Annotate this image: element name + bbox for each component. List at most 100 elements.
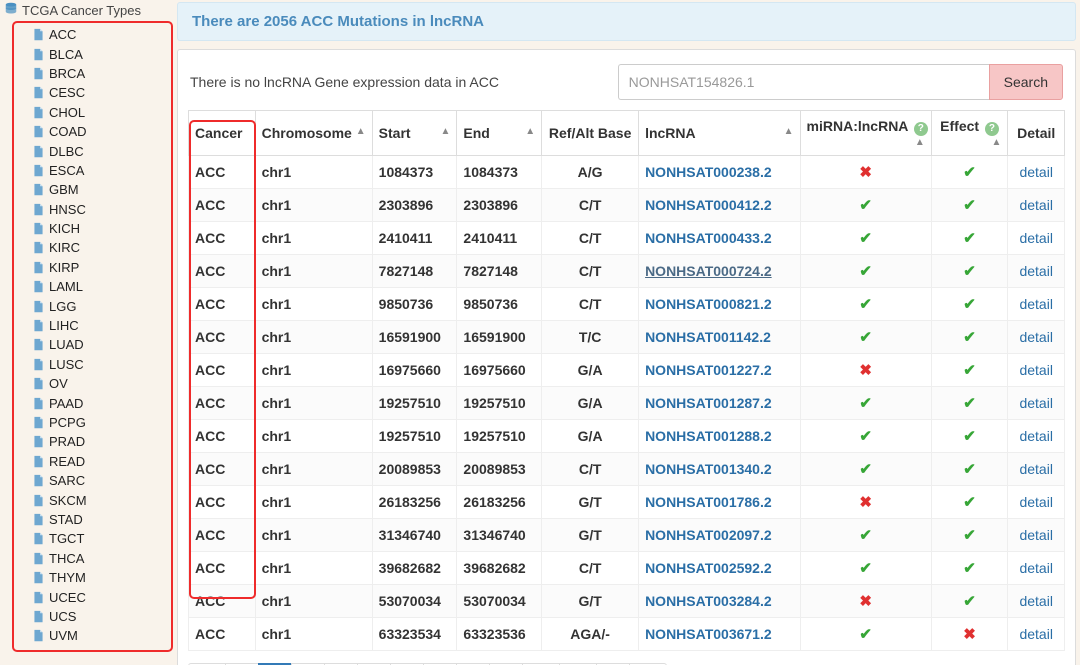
search-button[interactable]: Search [989,64,1063,100]
detail-link[interactable]: detail [1019,362,1052,378]
sidebar-item-thym[interactable]: THYM [32,568,171,587]
sidebar-item-luad[interactable]: LUAD [32,335,171,354]
sidebar-item-uvm[interactable]: UVM [32,626,171,645]
sidebar-item-label: GBM [49,182,79,197]
sidebar-item-blca[interactable]: BLCA [32,44,171,63]
th-refalt[interactable]: Ref/Alt Base [542,111,639,156]
th-start[interactable]: Start▲ [372,111,457,156]
cell-cancer: ACC [189,617,256,650]
tree-root[interactable]: TCGA Cancer Types [2,0,177,21]
help-icon[interactable]: ? [914,122,928,136]
file-icon [32,397,45,410]
th-cancer[interactable]: Cancer [189,111,256,156]
check-icon: ✔ [859,527,872,544]
search-input[interactable] [618,64,989,100]
lncrna-link[interactable]: NONHSAT003671.2 [645,626,772,642]
card: There is no lncRNA Gene expression data … [177,49,1076,665]
th-mirna[interactable]: miRNA:lncRNA ?▲ [800,111,931,156]
lncrna-link[interactable]: NONHSAT001227.2 [645,362,772,378]
th-lncrna[interactable]: lncRNA▲ [639,111,800,156]
cell-cancer: ACC [189,287,256,320]
lncrna-link[interactable]: NONHSAT001288.2 [645,428,772,444]
cell-end: 31346740 [457,518,542,551]
detail-link[interactable]: detail [1019,428,1052,444]
detail-link[interactable]: detail [1019,197,1052,213]
sidebar-item-coad[interactable]: COAD [32,122,171,141]
sidebar-item-label: KIRP [49,260,79,275]
lncrna-link[interactable]: NONHSAT001287.2 [645,395,772,411]
cell-end: 63323536 [457,617,542,650]
sidebar-item-paad[interactable]: PAAD [32,393,171,412]
sidebar-item-laml[interactable]: LAML [32,277,171,296]
detail-link[interactable]: detail [1019,560,1052,576]
lncrna-link[interactable]: NONHSAT000412.2 [645,197,772,213]
cell-refalt: G/A [542,419,639,452]
sidebar-item-cesc[interactable]: CESC [32,83,171,102]
cell-end: 7827148 [457,254,542,287]
cell-cancer: ACC [189,584,256,617]
lncrna-link[interactable]: NONHSAT001142.2 [645,329,771,345]
sidebar-item-lihc[interactable]: LIHC [32,316,171,335]
sidebar-item-tgct[interactable]: TGCT [32,529,171,548]
sidebar-item-ucec[interactable]: UCEC [32,587,171,606]
th-effect[interactable]: Effect ?▲ [931,111,1008,156]
sidebar-item-stad[interactable]: STAD [32,510,171,529]
detail-link[interactable]: detail [1019,494,1052,510]
sidebar-item-sarc[interactable]: SARC [32,471,171,490]
sidebar-item-prad[interactable]: PRAD [32,432,171,451]
lncrna-link[interactable]: NONHSAT000821.2 [645,296,772,312]
sidebar-item-esca[interactable]: ESCA [32,161,171,180]
cell-effect: ✔ [931,155,1008,188]
sidebar-item-acc[interactable]: ACC [32,25,171,44]
help-icon[interactable]: ? [985,122,999,136]
table-row: ACCchr124104112410411C/TNONHSAT000433.2✔… [189,221,1065,254]
cell-cancer: ACC [189,518,256,551]
file-icon [32,164,45,177]
lncrna-link[interactable]: NONHSAT002097.2 [645,527,772,543]
cell-refalt: C/T [542,452,639,485]
lncrna-link[interactable]: NONHSAT000433.2 [645,230,772,246]
detail-link[interactable]: detail [1019,593,1052,609]
sidebar-item-brca[interactable]: BRCA [32,64,171,83]
lncrna-link[interactable]: NONHSAT003284.2 [645,593,772,609]
check-icon: ✔ [963,230,976,247]
detail-link[interactable]: detail [1019,395,1052,411]
sidebar-item-read[interactable]: READ [32,452,171,471]
th-chromosome[interactable]: Chromosome▲ [255,111,372,156]
lncrna-link[interactable]: NONHSAT000238.2 [645,164,772,180]
sidebar-item-hnsc[interactable]: HNSC [32,200,171,219]
lncrna-link[interactable]: NONHSAT000724.2 [645,263,772,279]
sidebar-item-kirp[interactable]: KIRP [32,258,171,277]
cell-refalt: A/G [542,155,639,188]
sidebar-item-chol[interactable]: CHOL [32,103,171,122]
detail-link[interactable]: detail [1019,164,1052,180]
detail-link[interactable]: detail [1019,263,1052,279]
sidebar-item-lgg[interactable]: LGG [32,296,171,315]
detail-link[interactable]: detail [1019,527,1052,543]
detail-link[interactable]: detail [1019,329,1052,345]
detail-link[interactable]: detail [1019,461,1052,477]
th-end[interactable]: End▲ [457,111,542,156]
file-icon [32,571,45,584]
sidebar-item-thca[interactable]: THCA [32,549,171,568]
detail-link[interactable]: detail [1019,296,1052,312]
sidebar-item-kich[interactable]: KICH [32,219,171,238]
sidebar-item-kirc[interactable]: KIRC [32,238,171,257]
detail-link[interactable]: detail [1019,230,1052,246]
lncrna-link[interactable]: NONHSAT001340.2 [645,461,772,477]
detail-link[interactable]: detail [1019,626,1052,642]
sidebar-item-pcpg[interactable]: PCPG [32,413,171,432]
lncrna-link[interactable]: NONHSAT001786.2 [645,494,772,510]
cell-effect: ✔ [931,485,1008,518]
lncrna-link[interactable]: NONHSAT002592.2 [645,560,772,576]
sidebar-item-ov[interactable]: OV [32,374,171,393]
cell-lncrna: NONHSAT003671.2 [639,617,800,650]
sidebar-item-lusc[interactable]: LUSC [32,355,171,374]
sidebar-item-skcm[interactable]: SKCM [32,490,171,509]
cell-cancer: ACC [189,221,256,254]
sidebar-item-ucs[interactable]: UCS [32,607,171,626]
cell-lncrna: NONHSAT001786.2 [639,485,800,518]
sidebar-item-gbm[interactable]: GBM [32,180,171,199]
sidebar: TCGA Cancer Types ACCBLCABRCACESCCHOLCOA… [0,0,177,652]
sidebar-item-dlbc[interactable]: DLBC [32,141,171,160]
